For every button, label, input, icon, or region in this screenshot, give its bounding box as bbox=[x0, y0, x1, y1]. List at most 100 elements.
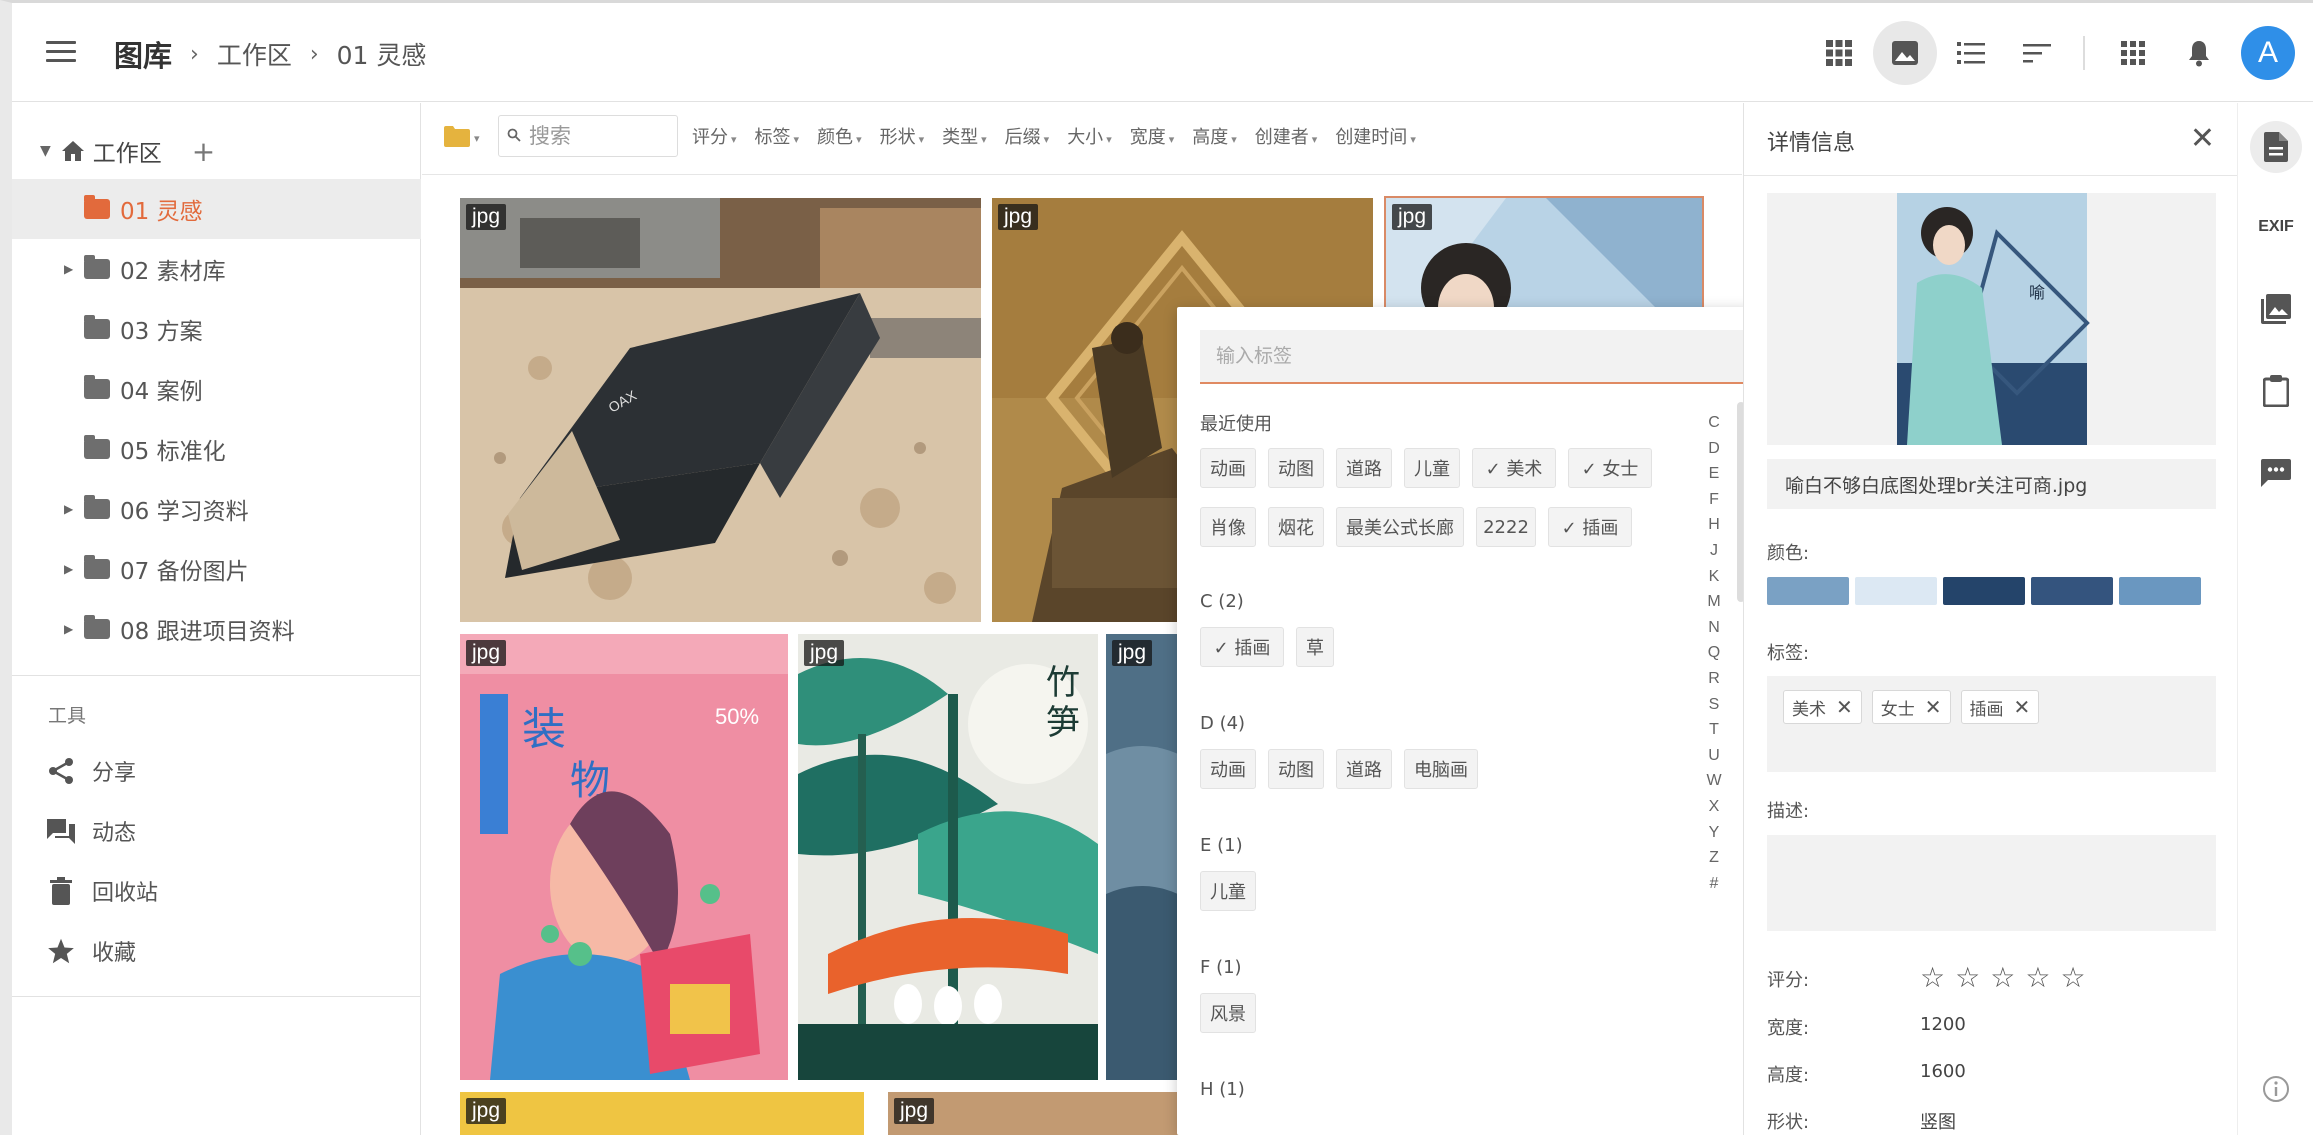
close-icon[interactable]: ✕ bbox=[2190, 121, 2215, 156]
comment-icon[interactable] bbox=[2250, 447, 2302, 499]
workspace-row[interactable]: ▼ 工作区 + bbox=[12, 129, 421, 173]
alphabet-letter[interactable]: Q bbox=[1704, 640, 1724, 666]
sidebar-folder-item[interactable]: ▶ 06 学习资料 bbox=[12, 479, 421, 539]
remove-tag-icon[interactable]: ✕ bbox=[1836, 695, 1853, 719]
alphabet-letter[interactable]: T bbox=[1704, 717, 1724, 743]
sidebar-folder-item[interactable]: ▶ 02 素材库 bbox=[12, 239, 421, 299]
alphabet-letter[interactable]: Z bbox=[1704, 845, 1724, 871]
tags-box[interactable]: 美术 ✕ 女士 ✕ 插画 ✕ bbox=[1767, 676, 2216, 772]
filter-dropdown[interactable]: 标签 ▾ bbox=[755, 123, 800, 149]
breadcrumb-workspace[interactable]: 工作区 bbox=[217, 36, 292, 72]
menu-icon[interactable] bbox=[46, 41, 76, 65]
image-thumbnail[interactable]: jpg bbox=[460, 1092, 864, 1135]
sidebar-folder-item[interactable]: 04 案例 bbox=[12, 359, 421, 419]
filter-dropdown[interactable]: 颜色 ▾ bbox=[817, 123, 862, 149]
tag-input[interactable] bbox=[1216, 345, 1716, 367]
sidebar-folder-item[interactable]: 03 方案 bbox=[12, 299, 421, 359]
filter-dropdown[interactable]: 类型 ▾ bbox=[942, 123, 987, 149]
image-thumbnail[interactable]: jpg bbox=[888, 1092, 1198, 1135]
sort-icon[interactable] bbox=[2005, 21, 2069, 85]
alphabet-letter[interactable]: U bbox=[1704, 743, 1724, 769]
filter-dropdown[interactable]: 宽度 ▾ bbox=[1130, 123, 1175, 149]
exif-tab[interactable]: EXIF bbox=[2250, 201, 2302, 253]
filter-dropdown[interactable]: 大小 ▾ bbox=[1067, 123, 1112, 149]
document-icon[interactable] bbox=[2250, 121, 2302, 173]
alphabet-letter[interactable]: K bbox=[1704, 564, 1724, 590]
remove-tag-icon[interactable]: ✕ bbox=[2014, 695, 2031, 719]
star-outline-icon[interactable]: ☆ bbox=[2025, 961, 2050, 994]
description-field[interactable] bbox=[1767, 835, 2216, 931]
tag-chip[interactable]: 儿童 bbox=[1404, 448, 1460, 488]
tool-trash[interactable]: 回收站 bbox=[46, 871, 158, 911]
image-view-icon[interactable] bbox=[1873, 21, 1937, 85]
tag-chip[interactable]: 动图 bbox=[1268, 749, 1324, 789]
alphabet-letter[interactable]: D bbox=[1704, 436, 1724, 462]
alphabet-letter[interactable]: H bbox=[1704, 512, 1724, 538]
alphabet-letter[interactable]: R bbox=[1704, 666, 1724, 692]
color-swatch[interactable] bbox=[2031, 577, 2113, 605]
star-outline-icon[interactable]: ☆ bbox=[2060, 961, 2085, 994]
star-outline-icon[interactable]: ☆ bbox=[1920, 961, 1945, 994]
alphabet-letter[interactable]: W bbox=[1704, 768, 1724, 794]
tag-chip[interactable]: 2222 bbox=[1476, 507, 1536, 547]
color-swatch[interactable] bbox=[1767, 577, 1849, 605]
tag-chip[interactable]: 肖像 bbox=[1200, 507, 1256, 547]
tool-favorites[interactable]: 收藏 bbox=[46, 931, 136, 971]
tag-chip[interactable]: 最美公式长廊 bbox=[1336, 507, 1464, 547]
list-view-icon[interactable] bbox=[1939, 21, 2003, 85]
avatar[interactable]: A bbox=[2241, 26, 2295, 80]
filter-dropdown[interactable]: 后缀 ▾ bbox=[1005, 123, 1050, 149]
tag-chip[interactable]: 道路 bbox=[1336, 448, 1392, 488]
image-thumbnail[interactable]: OAX jpg bbox=[460, 198, 981, 622]
tag-chip[interactable]: 动图 bbox=[1268, 448, 1324, 488]
apps-icon[interactable] bbox=[2101, 21, 2165, 85]
caret-down-icon[interactable]: ▼ bbox=[40, 143, 51, 159]
filter-dropdown[interactable]: 高度 ▾ bbox=[1192, 123, 1237, 149]
color-swatch[interactable] bbox=[1943, 577, 2025, 605]
alphabet-letter[interactable]: Y bbox=[1704, 820, 1724, 846]
tag-chip[interactable]: 电脑画 bbox=[1404, 749, 1478, 789]
remove-tag-icon[interactable]: ✕ bbox=[1925, 695, 1942, 719]
caret-right-icon[interactable]: ▶ bbox=[64, 562, 78, 576]
image-thumbnail[interactable]: 竹 笋 jpg bbox=[798, 634, 1098, 1080]
caret-right-icon[interactable]: ▶ bbox=[64, 622, 78, 636]
sidebar-folder-item[interactable]: ▶ 08 跟进项目资料 bbox=[12, 599, 421, 659]
images-icon[interactable] bbox=[2250, 283, 2302, 335]
alphabet-letter[interactable]: E bbox=[1704, 461, 1724, 487]
alphabet-letter[interactable]: C bbox=[1704, 410, 1724, 436]
caret-right-icon[interactable]: ▶ bbox=[64, 502, 78, 516]
star-outline-icon[interactable]: ☆ bbox=[1990, 961, 2015, 994]
alphabet-letter[interactable]: J bbox=[1704, 538, 1724, 564]
sidebar-folder-item[interactable]: ▶ 07 备份图片 bbox=[12, 539, 421, 599]
color-swatch[interactable] bbox=[1855, 577, 1937, 605]
tag-chip[interactable]: ✓ 女士 bbox=[1568, 448, 1652, 488]
tag-chip[interactable]: ✓ 插画 bbox=[1200, 627, 1284, 667]
caret-right-icon[interactable]: ▶ bbox=[64, 262, 78, 276]
search-input[interactable] bbox=[529, 124, 669, 148]
image-thumbnail[interactable]: 装 物 50% jpg bbox=[460, 634, 788, 1080]
filter-dropdown[interactable]: 评分 ▾ bbox=[692, 123, 737, 149]
info-icon[interactable] bbox=[2250, 1063, 2302, 1115]
tag-chip[interactable]: 道路 bbox=[1336, 749, 1392, 789]
clipboard-icon[interactable] bbox=[2250, 365, 2302, 417]
folder-filter-button[interactable]: ▾ bbox=[444, 125, 480, 151]
tag-chip[interactable]: 动画 bbox=[1200, 749, 1256, 789]
sidebar-folder-item[interactable]: 01 灵感 bbox=[12, 179, 421, 239]
filter-dropdown[interactable]: 创建者 ▾ bbox=[1255, 123, 1318, 149]
image-preview[interactable]: 喻 bbox=[1767, 193, 2216, 445]
app-title[interactable]: 图库 bbox=[114, 33, 172, 75]
search-box[interactable] bbox=[498, 115, 678, 157]
alphabet-letter[interactable]: S bbox=[1704, 692, 1724, 718]
tag-chip[interactable]: ✓ 美术 bbox=[1472, 448, 1556, 488]
alphabet-letter[interactable]: F bbox=[1704, 487, 1724, 513]
add-workspace-button[interactable]: + bbox=[192, 135, 215, 168]
tag-chip[interactable]: 烟花 bbox=[1268, 507, 1324, 547]
tool-activity[interactable]: 动态 bbox=[46, 811, 136, 851]
star-outline-icon[interactable]: ☆ bbox=[1955, 961, 1980, 994]
sidebar-folder-item[interactable]: 05 标准化 bbox=[12, 419, 421, 479]
filter-dropdown[interactable]: 创建时间 ▾ bbox=[1335, 123, 1416, 149]
tag-chip[interactable]: 草 bbox=[1296, 627, 1334, 667]
tag-chip[interactable]: 儿童 bbox=[1200, 871, 1256, 911]
bell-icon[interactable] bbox=[2167, 21, 2231, 85]
tag-chip[interactable]: 风景 bbox=[1200, 993, 1256, 1033]
